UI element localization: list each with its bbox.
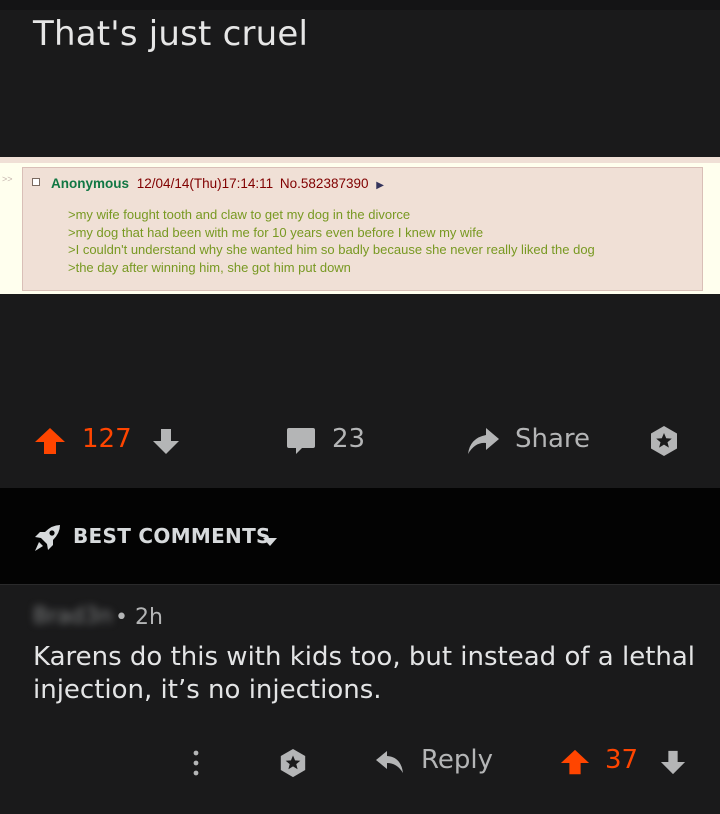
- comment: Brad3n • 2h Karens do this with kids too…: [0, 584, 720, 814]
- greentext-line: >the day after winning him, she got him …: [68, 259, 351, 275]
- post-date: 12/04/14(Thu)17:14:11: [136, 176, 274, 191]
- status-strip: [0, 0, 720, 10]
- more-options-icon[interactable]: [189, 748, 203, 782]
- post-comment-count[interactable]: 23: [332, 424, 365, 454]
- quote-chevrons: >>: [2, 174, 13, 184]
- post-number: No.582387390: [279, 176, 369, 191]
- comment-bubble-icon[interactable]: [285, 426, 317, 460]
- post-image[interactable]: >> Anonymous 12/04/14(Thu)17:14:11 No.58…: [0, 157, 720, 294]
- chevron-down-icon: [262, 532, 278, 551]
- upvote-arrow-icon[interactable]: [34, 427, 66, 459]
- post-menu-arrow-icon: ▶: [376, 180, 384, 191]
- rocket-icon: [32, 523, 62, 557]
- image-top-bar: [0, 157, 720, 163]
- comment-body: Karens do this with kids too, but instea…: [33, 642, 696, 705]
- greentext-line: >my wife fought tooth and claw to get my…: [68, 207, 411, 222]
- award-icon[interactable]: [648, 425, 680, 461]
- reply-button[interactable]: Reply: [421, 745, 493, 775]
- reply-arrow-icon[interactable]: [375, 749, 405, 779]
- post-body: >my wife fought tooth and claw to get my…: [68, 206, 595, 276]
- greentext-line: >I couldn't understand why she wanted hi…: [68, 242, 595, 257]
- post-checkbox: [32, 178, 40, 186]
- share-arrow-icon[interactable]: [466, 426, 500, 460]
- comment-sort-bar[interactable]: BEST COMMENTS: [0, 488, 720, 584]
- downvote-arrow-icon[interactable]: [660, 748, 686, 780]
- award-icon[interactable]: [278, 748, 308, 782]
- share-button[interactable]: Share: [515, 424, 590, 454]
- comment-author[interactable]: Brad3n: [33, 604, 113, 629]
- greentext-line: >my dog that had been with me for 10 yea…: [68, 224, 484, 240]
- post-vote-count: 127: [82, 424, 132, 454]
- upvote-arrow-icon[interactable]: [560, 748, 590, 780]
- comment-vote-count: 37: [605, 745, 639, 775]
- downvote-arrow-icon[interactable]: [152, 427, 180, 459]
- post-author-name: Anonymous: [51, 176, 130, 191]
- post-action-bar: 127 23 Share: [0, 415, 720, 465]
- comment-timestamp: • 2h: [115, 605, 163, 630]
- post-header: Anonymous 12/04/14(Thu)17:14:11 No.58238…: [51, 176, 384, 191]
- sort-label: BEST COMMENTS: [73, 524, 271, 548]
- post-title: That's just cruel: [33, 14, 309, 54]
- greentext-reply-box: Anonymous 12/04/14(Thu)17:14:11 No.58238…: [22, 167, 703, 291]
